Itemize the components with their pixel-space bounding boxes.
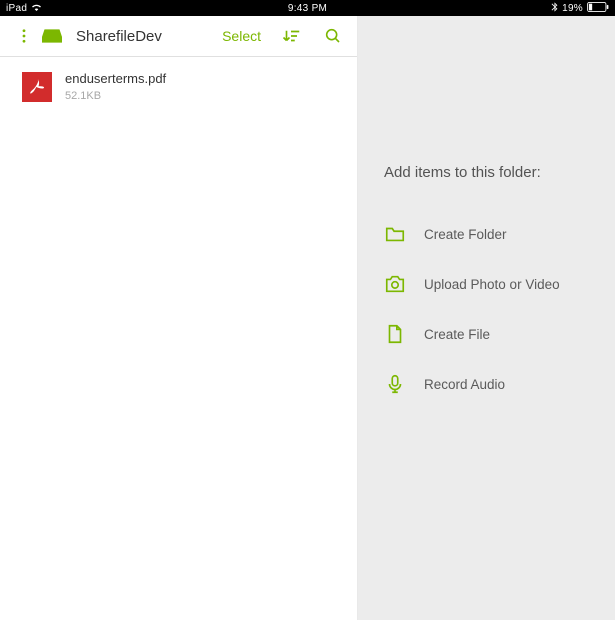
battery-pct-label: 19% <box>562 3 583 14</box>
pdf-icon <box>22 72 52 102</box>
folder-icon <box>384 223 406 245</box>
file-row[interactable]: enduserterms.pdf 52.1KB <box>0 57 357 116</box>
battery-icon <box>587 2 609 15</box>
upload-photo-button[interactable]: Upload Photo or Video <box>384 259 589 309</box>
menu-button[interactable] <box>12 24 36 48</box>
add-items-pane: Add items to this folder: Create Folder … <box>358 16 615 620</box>
wifi-icon <box>31 3 42 14</box>
action-label: Create Folder <box>424 227 507 242</box>
search-button[interactable] <box>321 24 345 48</box>
drive-icon[interactable] <box>40 24 64 48</box>
select-button[interactable]: Select <box>222 28 261 44</box>
create-folder-button[interactable]: Create Folder <box>384 209 589 259</box>
create-file-button[interactable]: Create File <box>384 309 589 359</box>
sort-button[interactable] <box>279 24 303 48</box>
action-label: Record Audio <box>424 377 505 392</box>
bluetooth-icon <box>551 2 558 15</box>
action-label: Upload Photo or Video <box>424 277 560 292</box>
file-browser-pane: SharefileDev Select enduserterms.pdf 52.… <box>0 16 358 620</box>
file-icon <box>384 323 406 345</box>
file-name: enduserterms.pdf <box>65 71 166 86</box>
folder-title: SharefileDev <box>76 28 162 45</box>
microphone-icon <box>384 373 406 395</box>
clock-label: 9:43 PM <box>288 3 327 14</box>
camera-icon <box>384 273 406 295</box>
file-size: 52.1KB <box>65 90 166 102</box>
toolbar: SharefileDev Select <box>0 16 357 57</box>
status-bar: iPad 9:43 PM 19% <box>0 0 615 16</box>
record-audio-button[interactable]: Record Audio <box>384 359 589 409</box>
panel-heading: Add items to this folder: <box>384 164 589 181</box>
action-label: Create File <box>424 327 490 342</box>
device-label: iPad <box>6 3 27 14</box>
